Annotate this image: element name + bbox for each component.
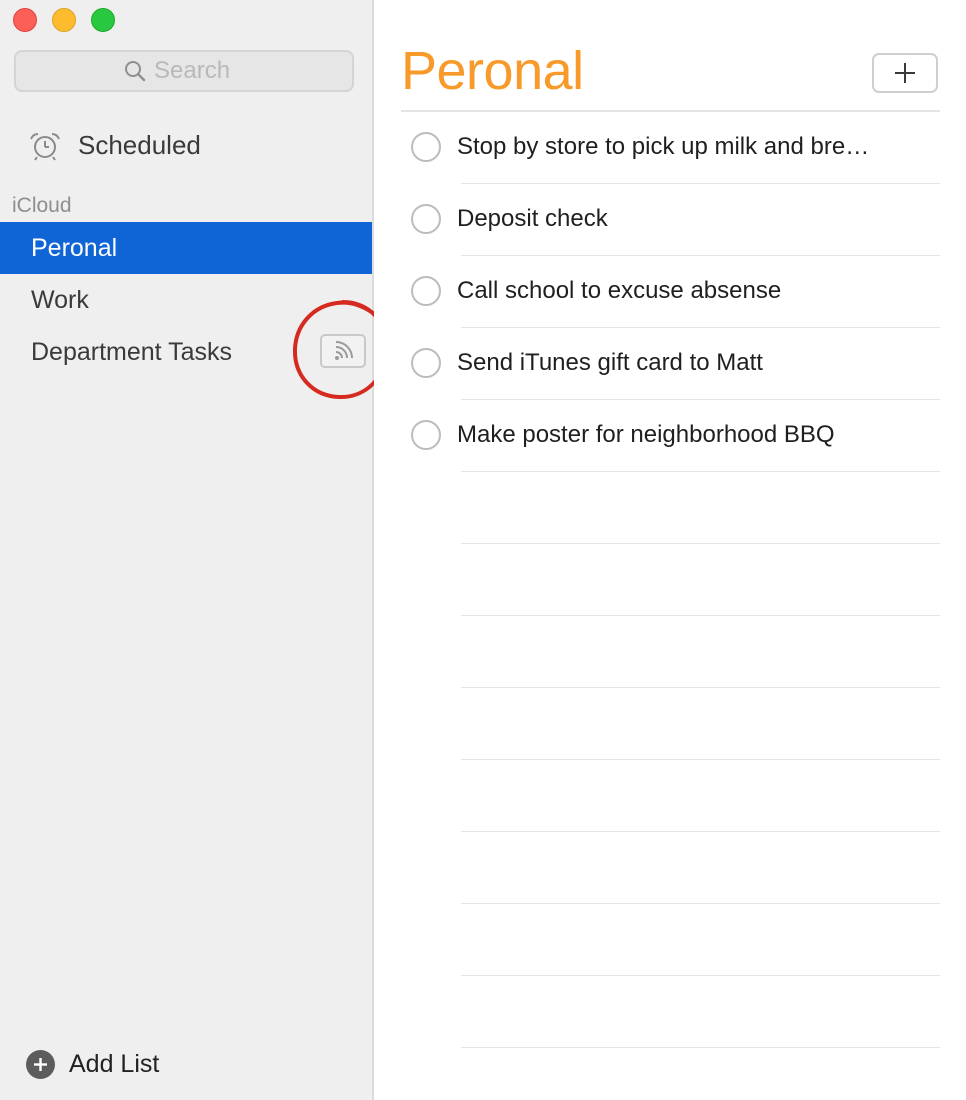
sidebar-item-scheduled[interactable]: Scheduled [28,130,201,161]
reminder-title[interactable]: Deposit check [457,205,608,233]
minimize-button[interactable] [52,8,76,32]
row-divider [461,687,940,688]
row-divider [461,1047,940,1048]
plus-circle-icon [26,1050,55,1079]
shared-list-badge[interactable] [320,334,366,368]
reminder-title[interactable]: Call school to excuse absense [457,277,781,305]
plus-icon [895,63,915,83]
search-field[interactable] [14,50,354,92]
search-icon [125,61,146,82]
row-divider [461,615,940,616]
reminder-checkbox[interactable] [411,276,441,306]
row-divider [461,831,940,832]
add-list-label: Add List [69,1050,160,1078]
reminder-row[interactable]: Send iTunes gift card to Matt [411,327,941,399]
alarm-clock-icon [30,132,60,161]
reminder-row[interactable]: Deposit check [411,183,941,255]
reminder-checkbox[interactable] [411,420,441,450]
reminder-row[interactable]: Call school to excuse absense [411,255,941,327]
zoom-button[interactable] [91,8,115,32]
close-button[interactable] [13,8,37,32]
section-header-icloud: iCloud [12,194,72,217]
shared-list-icon [335,341,353,360]
reminders-pane: Peronal Stop by store to pick up milk an… [374,0,966,1100]
reminder-checkbox[interactable] [411,348,441,378]
sidebar-item-label: Peronal [31,233,118,262]
window-controls [13,8,115,32]
sidebar-item-label: Department Tasks [31,337,233,366]
row-divider [461,759,940,760]
sidebar-item-label: Work [31,285,89,314]
sidebar-item-department-tasks[interactable]: Department Tasks [0,326,372,378]
list-title: Peronal [401,41,584,101]
reminder-title[interactable]: Send iTunes gift card to Matt [457,349,763,377]
sidebar-item-peronal[interactable]: Peronal [0,222,372,274]
row-divider [461,543,940,544]
reminder-checkbox[interactable] [411,204,441,234]
row-divider [461,903,940,904]
reminder-title[interactable]: Make poster for neighborhood BBQ [457,421,835,449]
reminder-checkbox[interactable] [411,132,441,162]
reminders-window: Scheduled iCloud Peronal Work Department… [0,0,966,1100]
search-input[interactable] [154,57,244,85]
row-divider [461,975,940,976]
add-list-button[interactable]: Add List [26,1050,159,1079]
sidebar-item-label: Scheduled [78,130,201,160]
reminder-row[interactable]: Make poster for neighborhood BBQ [411,399,941,471]
reminder-row[interactable]: Stop by store to pick up milk and bre… [411,111,941,183]
row-divider [461,471,940,472]
add-reminder-button[interactable] [872,53,938,93]
sidebar: Scheduled iCloud Peronal Work Department… [0,0,390,1100]
reminder-title[interactable]: Stop by store to pick up milk and bre… [457,133,869,161]
sidebar-item-work[interactable]: Work [0,274,372,326]
